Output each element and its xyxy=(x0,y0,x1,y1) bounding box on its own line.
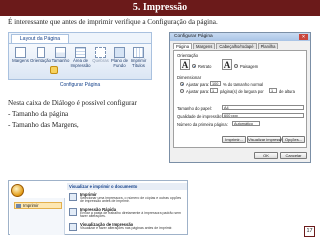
breaks-icon xyxy=(95,47,106,58)
print-area-button[interactable]: Área de Impressão xyxy=(70,46,91,70)
paper-size-label: Tamanho do papel: xyxy=(177,106,212,111)
portrait-label: Retrato xyxy=(198,64,212,69)
intro-text: É interessante que antes de imprimir ver… xyxy=(8,18,218,26)
print-titles-icon xyxy=(133,47,144,58)
print-area-icon xyxy=(75,47,86,58)
ok-button[interactable]: OK xyxy=(254,152,278,159)
page-setup-dialog: Configurar Página ✕ Página Margens Cabeç… xyxy=(169,32,311,163)
office-print-menu: Imprimir Visualizar e imprimir o documen… xyxy=(8,180,188,235)
fit-tall-input[interactable]: 1 xyxy=(269,88,277,93)
landscape-icon: A xyxy=(222,59,232,70)
tab-margins[interactable]: Margens xyxy=(193,43,216,49)
body-line: Nesta caixa de Diálogo é possível config… xyxy=(8,99,137,107)
ribbon-tab-page-layout[interactable]: Layout da Página xyxy=(11,34,69,43)
slide-title: 5. Impressão xyxy=(132,2,188,13)
orientation-section-label: Orientação xyxy=(177,53,199,58)
body-line: - Tamanho das Margens, xyxy=(8,121,79,129)
dialog-tabs: Página Margens Cabeçalho/rodapé Planilha xyxy=(173,43,279,49)
fit-wide-input[interactable]: 1 xyxy=(210,88,218,93)
hand-pointer-icon xyxy=(50,66,58,74)
margins-icon xyxy=(15,47,26,58)
page-layout-ribbon: Layout da Página Margens Orientação Tama… xyxy=(8,32,152,88)
menu-left-pane: Imprimir xyxy=(10,198,65,235)
size-icon xyxy=(55,47,66,58)
submenu-item-print-preview[interactable]: Visualização de Impressão Visualizar e f… xyxy=(67,221,187,236)
tab-sheet[interactable]: Planilha xyxy=(257,43,279,49)
ribbon-group-label: Configurar Página xyxy=(59,82,101,88)
menu-item-print-label: Imprimir xyxy=(23,203,39,208)
printer-icon xyxy=(69,193,77,201)
submenu-item-quick-print[interactable]: Impressão Rápida Enviar a pasta de traba… xyxy=(67,206,187,221)
dialog-title: Configurar Página xyxy=(170,33,310,41)
fit-label: Ajustar para: xyxy=(186,89,210,94)
fit-suffix: de altura xyxy=(279,89,295,94)
fit-middle-text: página(s) de largura por xyxy=(220,89,264,94)
cancel-button[interactable]: Cancelar xyxy=(280,152,307,159)
print-titles-button[interactable]: Imprimir Títulos xyxy=(129,46,148,70)
tab-header-footer[interactable]: Cabeçalho/rodapé xyxy=(216,43,257,49)
close-icon[interactable]: ✕ xyxy=(299,34,308,40)
portrait-icon: A xyxy=(180,59,190,70)
print-preview-icon xyxy=(69,223,77,231)
dialog-panel: Orientação A Retrato A Paisagem Dimensio… xyxy=(173,50,307,148)
margins-button[interactable]: Margens xyxy=(11,46,30,70)
body-line: - Tamanho da página xyxy=(8,110,69,118)
adjust-input[interactable]: 100 xyxy=(210,81,221,86)
office-button-icon[interactable] xyxy=(11,184,24,197)
print-quality-label: Qualidade de impressão: xyxy=(177,114,223,119)
portrait-radio[interactable] xyxy=(192,64,196,68)
landscape-radio[interactable] xyxy=(234,64,238,68)
tab-page[interactable]: Página xyxy=(173,43,193,49)
orientation-icon xyxy=(37,47,45,58)
first-page-label: Número da primeira página: xyxy=(177,122,228,127)
adjust-radio[interactable] xyxy=(180,82,184,86)
submenu-item-desc: Selecionar uma impressora, o número de c… xyxy=(80,195,182,204)
submenu-item-desc: Enviar a pasta de trabalho diretamente à… xyxy=(80,210,181,219)
first-page-input[interactable]: Automático xyxy=(232,121,260,126)
background-icon xyxy=(114,47,125,58)
options-button[interactable]: Opções... xyxy=(282,136,305,143)
adjust-label: Ajustar para: xyxy=(186,82,210,87)
orientation-button[interactable]: Orientação xyxy=(30,46,51,70)
paper-size-select[interactable]: A4 xyxy=(222,105,304,110)
page-number: 17 xyxy=(304,226,315,237)
quick-print-icon xyxy=(69,208,77,216)
landscape-label: Paisagem xyxy=(240,64,259,69)
menu-item-print[interactable]: Imprimir xyxy=(14,202,62,209)
printer-icon xyxy=(16,204,21,208)
submenu-item-desc: Visualizar e fazer alterações nas página… xyxy=(80,225,173,230)
preview-button[interactable]: Visualizar impressão xyxy=(247,136,285,143)
submenu-item-print[interactable]: Imprimir Selecionar uma impressora, o nú… xyxy=(67,191,187,206)
body-text: Nesta caixa de Diálogo é possível config… xyxy=(8,98,137,131)
ribbon-body: Margens Orientação Tamanho Área de Impre… xyxy=(9,43,151,88)
print-button[interactable]: Imprimir... xyxy=(222,136,246,143)
submenu-header: Visualizar e imprimir o documento xyxy=(67,183,187,190)
scaling-section-label: Dimensionar xyxy=(177,75,202,80)
print-titles-label: Imprimir Títulos xyxy=(130,58,147,68)
fit-radio[interactable] xyxy=(180,89,184,93)
adjust-suffix: % do tamanho normal xyxy=(223,82,264,87)
print-quality-select[interactable]: 600 ppp xyxy=(222,113,304,118)
